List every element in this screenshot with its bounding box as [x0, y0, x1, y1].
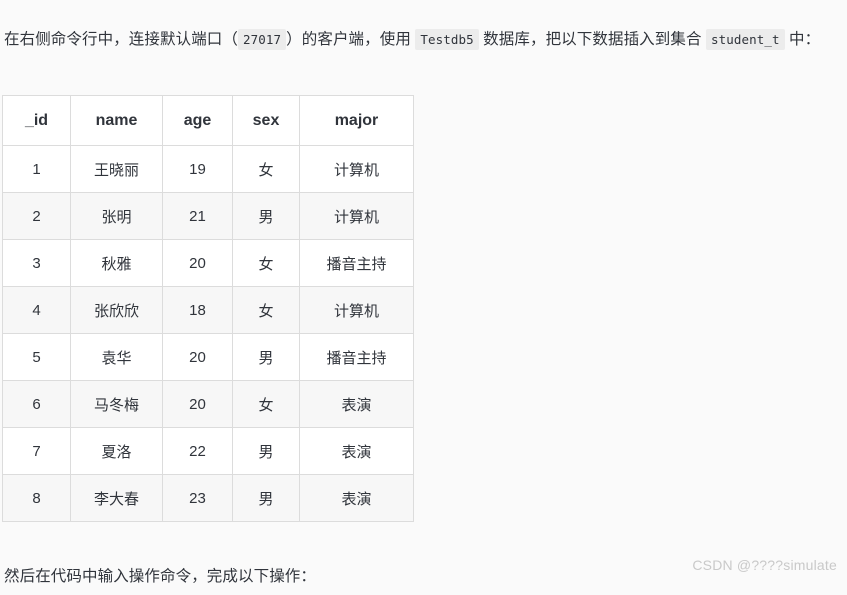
table-cell-age: 22	[162, 427, 233, 475]
table-cell-age: 21	[162, 192, 233, 240]
table-cell-name: 张欣欣	[70, 286, 163, 334]
table-column-header-id: _id	[2, 95, 71, 146]
inline-code-database: Testdb5	[415, 28, 479, 50]
table-cell-major: 表演	[299, 380, 414, 428]
table-cell-age: 20	[162, 239, 233, 287]
table-cell-id: 6	[2, 380, 71, 428]
table-cell-name: 张明	[70, 192, 163, 240]
table-column-header-sex: sex	[232, 95, 300, 146]
table-cell-name: 秋雅	[70, 239, 163, 287]
table-cell-sex: 女	[232, 286, 300, 334]
table-row: 5 袁华 20 男播音主持	[2, 333, 414, 381]
table-cell-age: 18	[162, 286, 233, 334]
table-row: 7 夏洛 22 男表演	[2, 427, 414, 475]
table-cell-sex: 男	[232, 427, 300, 475]
table-cell-id: 4	[2, 286, 71, 334]
intro-paragraph: 在右侧命令行中，连接默认端口（ 27017 ）的客户端，使用 Testdb5 数据库…	[4, 21, 844, 58]
table-column-header-age: age	[162, 95, 233, 146]
intro-text-segment-3: 数据库，把以下数据插入到集合	[478, 30, 706, 48]
table-cell-id: 2	[2, 192, 71, 240]
intro-text-segment-1: 在右侧命令行中，连接默认端口（	[4, 30, 239, 48]
table-header-row: _id name age sex major	[2, 95, 414, 146]
table-cell-name: 王晓丽	[70, 145, 163, 193]
table-row: 4 张欣欣 18 女计算机	[2, 286, 414, 334]
table-cell-age: 20	[162, 333, 233, 381]
table-cell-id: 3	[2, 239, 71, 287]
table-cell-sex: 女	[232, 380, 300, 428]
student-table-container: _id name age sex major 1 王晓丽 19 女计算机 2 张明 21 男计算机 3 秋…	[2, 95, 414, 522]
table-cell-id: 7	[2, 427, 71, 475]
table-cell-id: 5	[2, 333, 71, 381]
table-cell-major: 计算机	[299, 286, 414, 334]
table-column-header-name: name	[70, 95, 163, 146]
table-cell-sex: 女	[232, 239, 300, 287]
student-table: _id name age sex major 1 王晓丽 19 女计算机 2 张明 21 男计算机 3 秋…	[2, 95, 414, 522]
table-cell-major: 计算机	[299, 145, 414, 193]
intro-text-segment-4: 中：	[784, 30, 821, 48]
document-page: 在右侧命令行中，连接默认端口（ 27017 ）的客户端，使用 Testdb5 数据库…	[0, 0, 847, 585]
intro-text-segment-2: ）的客户端，使用	[286, 30, 416, 48]
outro-paragraph: 然后在代码中输入操作命令，完成以下操作：	[4, 567, 317, 585]
table-row: 6 马冬梅 20 女表演	[2, 380, 414, 428]
table-cell-age: 19	[162, 145, 233, 193]
table-cell-major: 表演	[299, 474, 414, 522]
table-row: 8 李大春 23 男表演	[2, 474, 414, 522]
table-cell-name: 袁华	[70, 333, 163, 381]
table-cell-major: 表演	[299, 427, 414, 475]
watermark-label: CSDN @????simulate	[692, 557, 837, 573]
inline-code-collection: student_t	[705, 28, 785, 50]
table-cell-age: 23	[162, 474, 233, 522]
table-cell-name: 夏洛	[70, 427, 163, 475]
table-header: _id name age sex major	[2, 95, 414, 146]
table-cell-name: 李大春	[70, 474, 163, 522]
table-cell-sex: 男	[232, 333, 300, 381]
inline-code-port: 27017	[238, 28, 287, 50]
table-cell-sex: 男	[232, 474, 300, 522]
table-cell-sex: 女	[232, 145, 300, 193]
table-cell-major: 播音主持	[299, 333, 414, 381]
table-column-header-major: major	[299, 95, 414, 146]
table-cell-id: 1	[2, 145, 71, 193]
table-cell-id: 8	[2, 474, 71, 522]
table-row: 2 张明 21 男计算机	[2, 192, 414, 240]
table-cell-age: 20	[162, 380, 233, 428]
table-cell-major: 计算机	[299, 192, 414, 240]
table-cell-major: 播音主持	[299, 239, 414, 287]
table-row: 3 秋雅 20 女播音主持	[2, 239, 414, 287]
table-cell-sex: 男	[232, 192, 300, 240]
table-cell-name: 马冬梅	[70, 380, 163, 428]
table-row: 1 王晓丽 19 女计算机	[2, 145, 414, 193]
table-body: 1 王晓丽 19 女计算机 2 张明 21 男计算机 3 秋雅 20 女播音主持 4 张欣欣 18 女计算机 5…	[2, 145, 414, 522]
